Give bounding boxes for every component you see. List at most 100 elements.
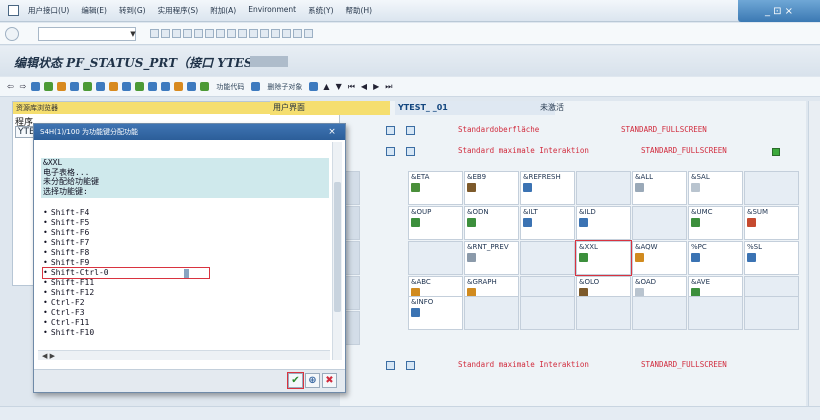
where-used-icon[interactable] — [70, 82, 80, 91]
menu-environment[interactable]: Environment — [248, 5, 296, 16]
expand-icon[interactable] — [386, 361, 395, 370]
menu-user-interface[interactable]: 用户接口(U) — [28, 5, 69, 16]
fkey-cell[interactable]: &SUM — [744, 206, 799, 240]
window-controls[interactable]: _ ⊡ × — [738, 0, 820, 22]
scroll-thumb[interactable] — [334, 182, 341, 312]
find-icon[interactable] — [205, 29, 214, 38]
delete-subobject-button[interactable]: 删除子对象 — [267, 82, 302, 92]
fkey-cell[interactable]: &INFO — [408, 296, 463, 330]
cancel-button[interactable]: ✖ — [322, 373, 337, 388]
down-icon[interactable]: ▼ — [336, 82, 342, 91]
list-item[interactable]: Shift-F5 — [43, 218, 90, 228]
list-item[interactable]: Shift-F4 — [43, 208, 90, 218]
fkey-cell[interactable]: &AQW — [632, 241, 687, 275]
fkey-cell[interactable] — [576, 296, 631, 330]
last-page-icon[interactable] — [260, 29, 269, 38]
list-item[interactable]: Shift-F10 — [43, 328, 94, 338]
list-item[interactable]: Ctrl-F3 — [43, 308, 85, 318]
layout-icon[interactable] — [304, 29, 313, 38]
first-page-icon[interactable] — [227, 29, 236, 38]
chevron-down-icon[interactable]: ▼ — [128, 27, 138, 41]
close-icon[interactable]: × — [326, 126, 338, 138]
menu-edit[interactable]: 编辑(E) — [81, 5, 107, 16]
menu-system[interactable]: 系统(Y) — [308, 5, 333, 16]
dialog-vertical-scrollbar[interactable] — [332, 142, 342, 360]
fkey-cell[interactable]: &ALL — [632, 171, 687, 205]
check-icon[interactable] — [44, 82, 54, 91]
menu-help[interactable]: 帮助(H) — [346, 5, 373, 16]
expand-icon[interactable] — [386, 147, 395, 156]
list-item[interactable]: Shift-F7 — [43, 238, 90, 248]
insert-icon[interactable] — [187, 82, 197, 91]
help-icon[interactable] — [293, 29, 302, 38]
menu-extras[interactable]: 附加(A) — [210, 5, 236, 16]
fkey-cell[interactable]: &SAL — [688, 171, 743, 205]
list-item[interactable]: Ctrl-F11 — [43, 318, 90, 328]
fkey-cell[interactable] — [744, 296, 799, 330]
info-icon[interactable] — [406, 126, 415, 135]
command-field[interactable] — [38, 27, 136, 41]
save-icon[interactable] — [150, 29, 159, 38]
last-icon[interactable]: ⏭ — [385, 82, 392, 92]
cut-icon[interactable] — [148, 82, 158, 91]
fkey-cell[interactable] — [688, 296, 743, 330]
fkey-cell[interactable]: &EB9 — [464, 171, 519, 205]
bottom-scrollbar[interactable] — [0, 406, 820, 420]
delete-subobject-icon[interactable] — [251, 82, 261, 91]
fkey-cell[interactable]: &ODN — [464, 206, 519, 240]
fkey-cell[interactable] — [520, 296, 575, 330]
function-code-icon[interactable] — [200, 82, 210, 91]
fkey-cell[interactable]: %SL — [744, 241, 799, 275]
next-page-icon[interactable] — [249, 29, 258, 38]
enter-icon[interactable] — [5, 27, 19, 41]
up-icon[interactable]: ▲ — [323, 82, 329, 91]
navigation-icon[interactable] — [96, 82, 106, 91]
test-icon[interactable] — [122, 82, 132, 91]
prev-page-icon[interactable] — [238, 29, 247, 38]
fkey-cell[interactable] — [408, 241, 463, 275]
display-object-list-icon[interactable] — [109, 82, 119, 91]
tree-icon[interactable] — [135, 82, 145, 91]
fkey-cell[interactable] — [744, 171, 799, 205]
list-item[interactable]: Ctrl-F2 — [43, 298, 85, 308]
fkey-cell[interactable] — [632, 206, 687, 240]
forward-arrow-icon[interactable]: ⇨ — [20, 82, 27, 91]
display-change-icon[interactable] — [31, 82, 41, 91]
fkey-cell[interactable]: %PC — [688, 241, 743, 275]
fkey-cell[interactable]: &ETA — [408, 171, 463, 205]
fkey-cell[interactable]: &REFRESH — [520, 171, 575, 205]
list-item[interactable]: Shift-F6 — [43, 228, 90, 238]
menu-goto[interactable]: 转到(G) — [119, 5, 146, 16]
fkey-cell[interactable] — [576, 171, 631, 205]
menu-utilities[interactable]: 实用程序(S) — [158, 5, 199, 16]
prev-icon[interactable]: ◀ — [361, 82, 367, 91]
dialog-horizontal-scrollbar[interactable]: ◀ ▶ — [38, 350, 330, 360]
exit-icon[interactable] — [172, 29, 181, 38]
list-item[interactable]: Shift-F8 — [43, 248, 90, 258]
back-arrow-icon[interactable]: ⇦ — [7, 82, 14, 91]
list-item[interactable]: Shift-F12 — [43, 288, 94, 298]
paste-icon[interactable] — [174, 82, 184, 91]
find-next-icon[interactable] — [216, 29, 225, 38]
object-list-icon[interactable] — [83, 82, 93, 91]
new-session-icon[interactable] — [271, 29, 280, 38]
info-icon[interactable] — [406, 147, 415, 156]
next-icon[interactable]: ▶ — [373, 82, 379, 91]
fkey-cell[interactable]: &ILD — [576, 206, 631, 240]
fkey-cell[interactable]: &RNT_PREV — [464, 241, 519, 275]
first-icon[interactable]: ⏮ — [348, 82, 355, 92]
fkey-cell[interactable]: &OUP — [408, 206, 463, 240]
print-icon[interactable] — [309, 82, 319, 91]
list-item[interactable]: Shift-F11 — [43, 278, 94, 288]
fkey-cell[interactable]: &UMC — [688, 206, 743, 240]
list-item[interactable]: Shift-F9 — [43, 258, 90, 268]
main-vertical-scrollbar[interactable] — [808, 101, 820, 406]
fkey-cell[interactable] — [520, 241, 575, 275]
print-icon[interactable] — [194, 29, 203, 38]
expand-icon[interactable] — [386, 126, 395, 135]
back-icon[interactable] — [161, 29, 170, 38]
fkey-cell[interactable] — [464, 296, 519, 330]
info-icon[interactable] — [406, 361, 415, 370]
activate-icon[interactable] — [57, 82, 67, 91]
app-menu-icon[interactable] — [8, 5, 19, 16]
